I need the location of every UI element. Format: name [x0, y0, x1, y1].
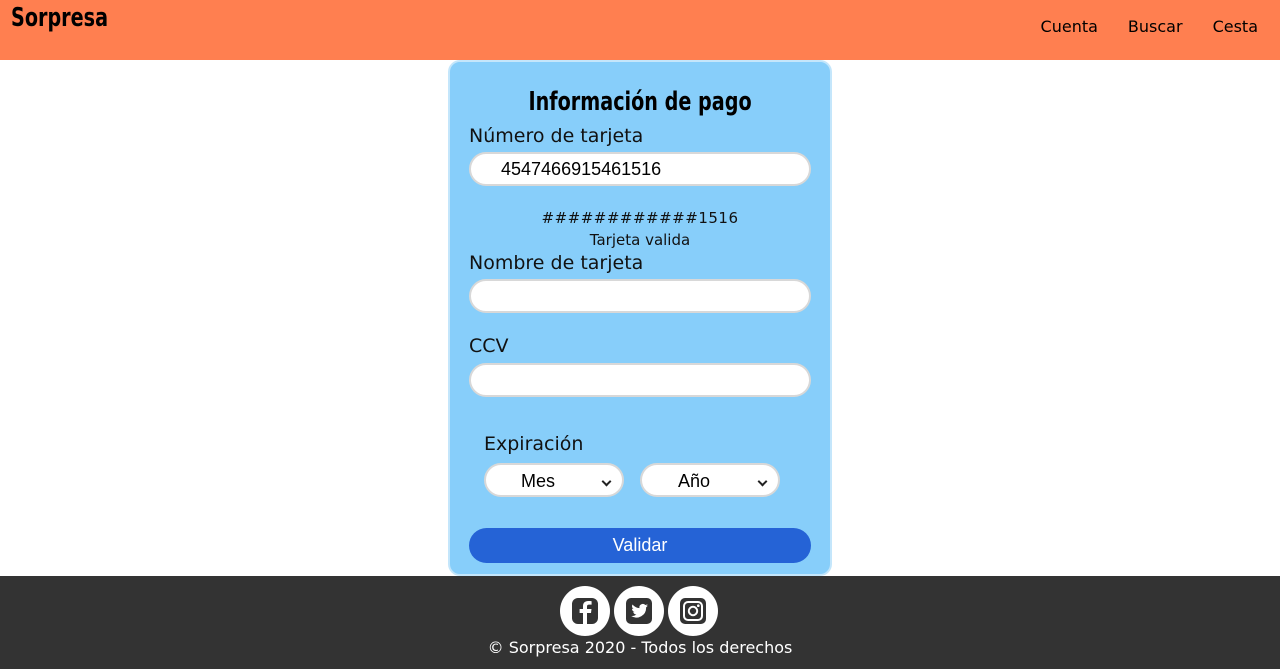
chevron-down-icon: [757, 476, 768, 487]
top-navbar: Sorpresa Cuenta Buscar Cesta: [0, 0, 1280, 60]
form-title: Información de pago: [528, 87, 752, 117]
nav-link-cesta[interactable]: Cesta: [1213, 17, 1258, 36]
page-footer: © Sorpresa 2020 - Todos los derechos: [0, 576, 1280, 669]
nav-link-buscar[interactable]: Buscar: [1128, 17, 1183, 36]
card-number-label: Número de tarjeta: [469, 125, 644, 147]
twitter-icon[interactable]: [614, 586, 664, 636]
copyright-text: © Sorpresa 2020 - Todos los derechos: [487, 638, 793, 657]
ccv-label: CCV: [469, 335, 509, 357]
payment-form-card: Información de pago Número de tarjeta ##…: [448, 60, 832, 576]
facebook-icon[interactable]: [560, 586, 610, 636]
month-select-value: Mes: [520, 471, 555, 491]
card-name-input[interactable]: [469, 279, 811, 313]
year-select[interactable]: Año: [640, 463, 780, 497]
main-nav: Cuenta Buscar Cesta: [1041, 17, 1258, 36]
instagram-icon[interactable]: [668, 586, 718, 636]
card-number-input[interactable]: [469, 152, 811, 186]
month-select[interactable]: Mes: [484, 463, 624, 497]
year-select-value: Año: [677, 471, 711, 491]
social-links: [560, 586, 718, 636]
masked-card-number: ############1516: [541, 209, 739, 227]
ccv-input[interactable]: [469, 363, 811, 397]
card-validity-message: Tarjeta valida: [589, 231, 691, 249]
site-logo[interactable]: Sorpresa: [11, 3, 108, 33]
chevron-down-icon: [601, 476, 612, 487]
validate-button[interactable]: Validar: [469, 528, 811, 563]
nav-link-cuenta[interactable]: Cuenta: [1041, 17, 1098, 36]
expiration-label: Expiración: [484, 433, 584, 455]
card-name-label: Nombre de tarjeta: [469, 252, 644, 274]
